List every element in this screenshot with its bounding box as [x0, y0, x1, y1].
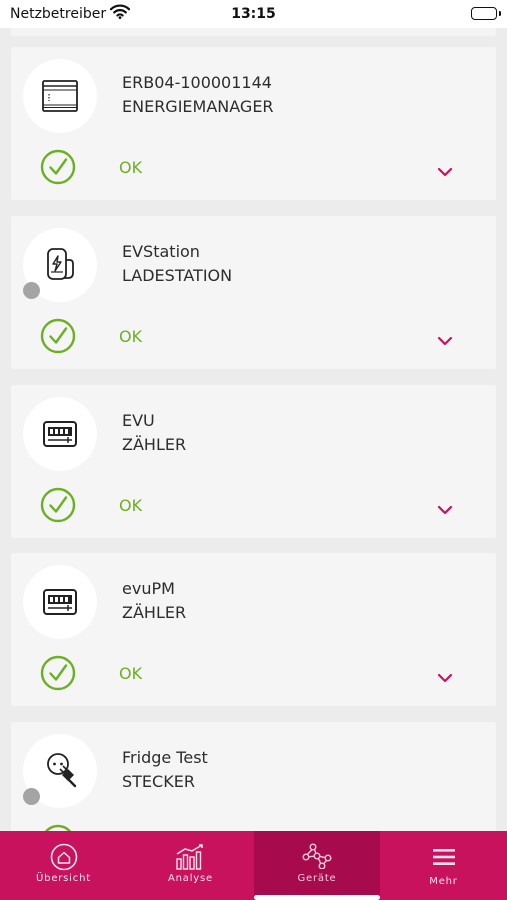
device-type: ZÄHLER [122, 603, 187, 622]
home-indicator[interactable] [254, 895, 380, 900]
connection-dot-icon [23, 788, 40, 805]
chevron-down-icon[interactable] [437, 668, 453, 687]
tab-label: Mehr [429, 876, 458, 887]
tab-mehr[interactable]: Mehr [380, 831, 507, 900]
chevron-down-icon[interactable] [437, 331, 453, 350]
tab-bar: Übersicht Analyse Geräte Mehr [0, 831, 507, 900]
device-status: OK [119, 327, 143, 346]
tab-uebersicht[interactable]: Übersicht [0, 831, 127, 900]
device-status: OK [119, 664, 143, 683]
tab-label: Analyse [168, 873, 213, 884]
menu-icon [432, 848, 455, 870]
tab-geraete[interactable]: Geräte [254, 831, 380, 900]
device-type: ENERGIEMANAGER [122, 97, 274, 116]
device-icon-circle [23, 565, 97, 639]
status-bar: Netzbetreiber 13:15 [0, 0, 507, 28]
device-card[interactable]: ERB04-100001144 ENERGIEMANAGER OK [11, 47, 496, 200]
device-card[interactable]: evuPM ZÄHLER OK [11, 553, 496, 706]
device-status: OK [119, 158, 143, 177]
device-card[interactable]: EVStation LADESTATION OK [11, 216, 496, 369]
chevron-down-icon[interactable] [437, 162, 453, 181]
tab-label: Geräte [297, 873, 337, 884]
device-name: evuPM [122, 579, 175, 598]
chevron-down-icon[interactable] [437, 500, 453, 519]
device-name: EVStation [122, 242, 200, 261]
check-circle-icon [40, 487, 76, 527]
device-status: OK [119, 496, 143, 515]
bar-chart-icon [175, 843, 207, 875]
device-icon-circle [23, 397, 97, 471]
check-circle-icon [40, 655, 76, 695]
clock: 13:15 [231, 6, 276, 22]
home-icon [50, 843, 78, 875]
device-name: ERB04-100001144 [122, 73, 272, 92]
device-type: STECKER [122, 772, 195, 791]
device-type: LADESTATION [122, 266, 233, 285]
device-icon-circle [23, 59, 97, 133]
device-card[interactable]: EVU ZÄHLER OK [11, 385, 496, 538]
network-icon [302, 843, 332, 873]
previous-card-edge [11, 28, 496, 36]
connection-dot-icon [23, 282, 40, 299]
device-type: ZÄHLER [122, 435, 187, 454]
check-circle-icon [40, 149, 76, 189]
device-name: EVU [122, 411, 155, 430]
tab-analyse[interactable]: Analyse [127, 831, 254, 900]
battery-icon [471, 7, 501, 20]
device-name: Fridge Test [122, 748, 208, 767]
tab-label: Übersicht [36, 873, 91, 884]
check-circle-icon [40, 318, 76, 358]
